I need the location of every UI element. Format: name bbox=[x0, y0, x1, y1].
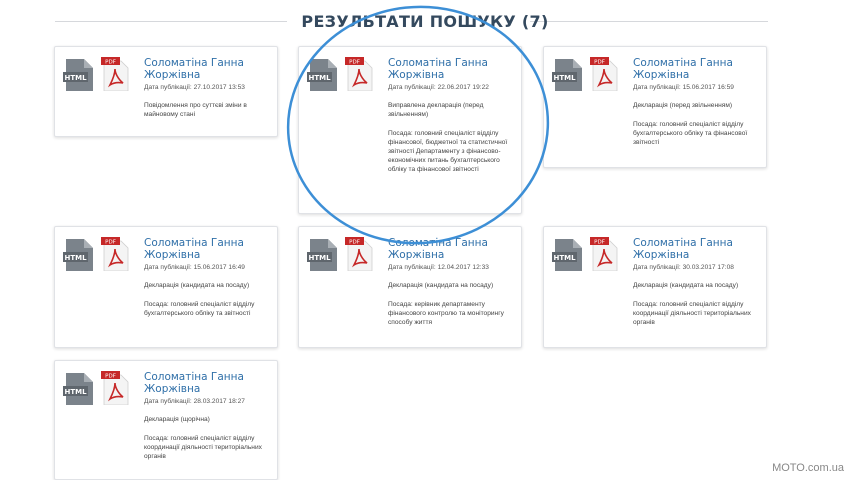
person-name-link[interactable]: Соломатіна Ганна Жоржівна bbox=[144, 237, 269, 261]
pdf-file-icon[interactable]: PDF bbox=[345, 237, 373, 271]
declaration-type: Декларація (перед звільненням) bbox=[633, 102, 733, 109]
html-label: HTML bbox=[64, 74, 87, 82]
pdf-label: PDF bbox=[594, 240, 605, 246]
pdf-file-icon[interactable]: PDF bbox=[101, 237, 129, 271]
html-file-icon[interactable]: HTML bbox=[552, 59, 582, 91]
pdf-label: PDF bbox=[105, 240, 116, 246]
result-card: HTML PDF Соломатіна Ганна Жоржівна Дата … bbox=[54, 226, 278, 348]
pdf-label: PDF bbox=[349, 240, 360, 246]
html-file-icon[interactable]: HTML bbox=[307, 59, 337, 91]
publication-date: Дата публікації: 15.06.2017 16:49 bbox=[144, 264, 245, 271]
publication-date: Дата публікації: 30.03.2017 17:08 bbox=[633, 264, 734, 271]
position-text: Посада: головний спеціаліст відділу бухг… bbox=[144, 301, 255, 317]
pdf-label: PDF bbox=[594, 60, 605, 66]
declaration-type: Декларація (кандидата на посаду) bbox=[144, 282, 250, 289]
result-card: HTML PDF Соломатіна Ганна Жоржівна Дата … bbox=[298, 226, 522, 348]
pdf-label: PDF bbox=[349, 60, 360, 66]
result-card: HTML PDF Соломатіна Ганна Жоржівна Дата … bbox=[298, 46, 522, 214]
html-label: HTML bbox=[308, 254, 331, 262]
position-text: Посада: головний спеціаліст відділу коор… bbox=[144, 435, 262, 460]
html-file-icon[interactable]: HTML bbox=[307, 239, 337, 271]
pdf-file-icon[interactable]: PDF bbox=[101, 371, 129, 405]
declaration-type: Декларація (кандидата на посаду) bbox=[633, 282, 739, 289]
publication-date: Дата публікації: 22.06.2017 19:22 bbox=[388, 84, 489, 91]
result-card: HTML PDF Соломатіна Ганна Жоржівна Дата … bbox=[54, 360, 278, 480]
result-card: HTML PDF Соломатіна Ганна Жоржівна Дата … bbox=[543, 46, 767, 168]
result-card: HTML PDF Соломатіна Ганна Жоржівна Дата … bbox=[54, 46, 278, 137]
position-text: Посада: керівник департаменту фінансовог… bbox=[388, 301, 504, 326]
pdf-label: PDF bbox=[105, 374, 116, 380]
html-file-icon[interactable]: HTML bbox=[63, 373, 93, 405]
html-label: HTML bbox=[553, 74, 576, 82]
pdf-file-icon[interactable]: PDF bbox=[345, 57, 373, 91]
pdf-file-icon[interactable]: PDF bbox=[101, 57, 129, 91]
result-card: HTML PDF Соломатіна Ганна Жоржівна Дата … bbox=[543, 226, 767, 348]
pdf-label: PDF bbox=[105, 60, 116, 66]
person-name-link[interactable]: Соломатіна Ганна Жоржівна bbox=[633, 237, 758, 261]
html-label: HTML bbox=[64, 388, 87, 396]
html-file-icon[interactable]: HTML bbox=[63, 59, 93, 91]
html-file-icon[interactable]: HTML bbox=[552, 239, 582, 271]
pdf-file-icon[interactable]: PDF bbox=[590, 57, 618, 91]
html-file-icon[interactable]: HTML bbox=[63, 239, 93, 271]
publication-date: Дата публікації: 28.03.2017 18:27 bbox=[144, 398, 245, 405]
declaration-type: Декларація (кандидата на посаду) bbox=[388, 282, 494, 289]
person-name-link[interactable]: Соломатіна Ганна Жоржівна bbox=[388, 57, 513, 81]
position-text: Посада: головний спеціаліст відділу фіна… bbox=[388, 130, 508, 173]
publication-date: Дата публікації: 27.10.2017 13:53 bbox=[144, 84, 245, 91]
declaration-type: Виправлена декларація (перед звільненням… bbox=[388, 102, 484, 118]
html-label: HTML bbox=[308, 74, 331, 82]
declaration-type: Повідомлення про суттєві зміни в майново… bbox=[144, 102, 247, 118]
position-text: Посада: головний спеціаліст відділу бухг… bbox=[633, 121, 748, 146]
html-label: HTML bbox=[553, 254, 576, 262]
position-text: Посада: головний спеціаліст відділу коор… bbox=[633, 301, 751, 326]
page-title: РЕЗУЛЬТАТИ ПОШУКУ (7) bbox=[301, 12, 549, 31]
person-name-link[interactable]: Соломатіна Ганна Жоржівна bbox=[388, 237, 513, 261]
watermark-text: MOTO.com.ua bbox=[772, 462, 844, 474]
person-name-link[interactable]: Соломатіна Ганна Жоржівна bbox=[144, 57, 269, 81]
declaration-type: Декларація (щорічна) bbox=[144, 416, 210, 423]
html-label: HTML bbox=[64, 254, 87, 262]
person-name-link[interactable]: Соломатіна Ганна Жоржівна bbox=[144, 371, 269, 395]
publication-date: Дата публікації: 12.04.2017 12:33 bbox=[388, 264, 489, 271]
person-name-link[interactable]: Соломатіна Ганна Жоржівна bbox=[633, 57, 758, 81]
pdf-file-icon[interactable]: PDF bbox=[590, 237, 618, 271]
publication-date: Дата публікації: 15.06.2017 16:59 bbox=[633, 84, 734, 91]
